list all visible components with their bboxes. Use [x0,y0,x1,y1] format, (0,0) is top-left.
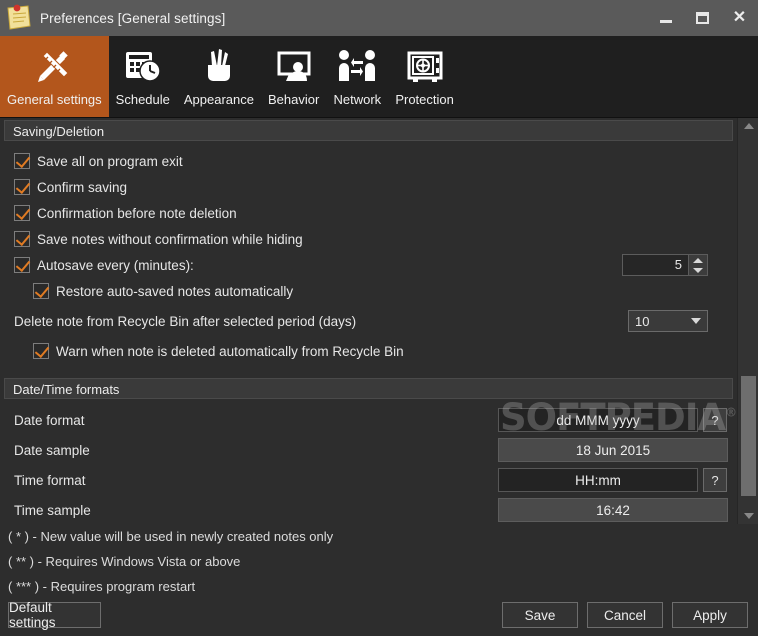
checkbox-row-confirm-before-delete[interactable]: Confirmation before note deletion [0,200,737,226]
title-bar: Preferences [General settings] ✕ [0,0,758,36]
checkbox-restore-autosaved[interactable] [33,283,49,299]
recycle-bin-label-wrap: Delete note from Recycle Bin after selec… [0,308,737,334]
pencil-ruler-icon [31,41,77,91]
tab-label-behavior: Behavior [268,92,320,107]
minimize-icon [659,20,672,23]
checkbox-autosave-every[interactable] [14,257,30,273]
tab-general-settings[interactable]: General settings [0,36,109,117]
label-save-all-on-exit: Save all on program exit [37,153,183,169]
autosave-minutes-value[interactable]: 5 [623,255,688,275]
row-time-sample: Time sample 16:42 [0,495,737,524]
tab-appearance[interactable]: Appearance [177,36,261,117]
tab-label-protection: Protection [395,92,454,107]
scroll-up-icon [743,123,754,129]
row-date-format: Date format dd MMM yyyy ? [0,405,737,435]
maximize-icon [696,12,709,24]
label-restore-autosaved: Restore auto-saved notes automatically [56,283,294,299]
settings-content: Saving/Deletion Save all on program exit… [0,118,758,524]
recycle-bin-days-value: 10 [635,313,650,329]
label-time-sample: Time sample [14,502,91,518]
footnote-new-value: ( * ) - New value will be used in newly … [8,529,334,544]
autosave-row: Autosave every (minutes): 5 [0,252,737,278]
value-time-sample: 16:42 [498,498,728,522]
tab-schedule[interactable]: Schedule [109,36,177,117]
label-save-without-confirmation: Save notes without confirmation while hi… [37,231,303,247]
section-header-saving-deletion: Saving/Deletion [4,120,733,141]
cancel-button[interactable]: Cancel [587,602,663,628]
label-confirm-before-delete: Confirmation before note deletion [37,205,237,221]
scrollbar-up-button[interactable] [738,118,758,134]
section-header-datetime-formats: Date/Time formats [4,378,733,399]
apply-button[interactable]: Apply [672,602,748,628]
monitor-person-icon [272,41,316,91]
value-date-sample: 18 Jun 2015 [498,438,728,462]
label-warn-auto-delete: Warn when note is deleted automatically … [56,343,404,359]
recycle-bin-period-row: Delete note from Recycle Bin after selec… [0,308,737,334]
row-time-format: Time format HH:mm ? [0,465,737,495]
help-button-time-format[interactable]: ? [703,468,727,492]
tab-label-schedule: Schedule [115,92,170,107]
checkbox-confirm-saving[interactable] [14,179,30,195]
default-settings-button[interactable]: Default settings [8,600,101,630]
checkbox-row-warn-auto-delete[interactable]: Warn when note is deleted automatically … [0,338,737,364]
tab-protection[interactable]: Protection [388,36,461,117]
checkbox-row-confirm-saving[interactable]: Confirm saving [0,174,737,200]
label-autosave-every: Autosave every (minutes): [37,257,194,273]
tab-behavior[interactable]: Behavior [261,36,326,117]
safe-vault-icon [403,41,447,91]
checkbox-row-save-all-on-exit[interactable]: Save all on program exit [0,148,737,174]
chevron-down-icon[interactable] [691,318,701,324]
dialog-action-buttons: Save Cancel Apply [502,602,748,628]
help-button-date-format[interactable]: ? [703,408,727,432]
input-time-format[interactable]: HH:mm [498,468,698,492]
label-confirm-saving: Confirm saving [37,179,128,195]
footnote-program-restart: ( *** ) - Requires program restart [8,579,196,594]
recycle-bin-days-select[interactable]: 10 [628,310,708,332]
tab-network[interactable]: Network [326,36,388,117]
footnote-windows-vista: ( ** ) - Requires Windows Vista or above [8,554,241,569]
maximize-button[interactable] [684,0,721,36]
window-title: Preferences [General settings] [40,10,226,26]
label-time-format: Time format [14,472,86,488]
checkbox-confirm-before-delete[interactable] [14,205,30,221]
settings-tab-bar: General settings Schedule Appearance Beh… [0,36,758,118]
stepper-down-icon[interactable] [693,267,703,273]
autosave-stepper-buttons[interactable] [688,255,707,275]
checkbox-row-save-without-confirmation[interactable]: Save notes without confirmation while hi… [0,226,737,252]
scrollbar-down-button[interactable] [738,508,758,524]
label-date-format: Date format [14,412,85,428]
label-recycle-bin-period: Delete note from Recycle Bin after selec… [14,313,357,329]
autosave-minutes-stepper[interactable]: 5 [622,254,708,276]
checkbox-row-restore-autosaved[interactable]: Restore auto-saved notes automatically [0,278,737,304]
checkbox-save-without-confirmation[interactable] [14,231,30,247]
window-controls: ✕ [647,0,758,36]
label-date-sample: Date sample [14,442,90,458]
scrollbar-thumb[interactable] [741,376,756,496]
close-button[interactable]: ✕ [721,0,758,36]
scroll-down-icon [743,513,754,519]
input-date-format[interactable]: dd MMM yyyy [498,408,698,432]
checkbox-save-all-on-exit[interactable] [14,153,30,169]
dialog-footer: ( * ) - New value will be used in newly … [0,524,758,636]
stepper-up-icon[interactable] [693,257,703,263]
checkbox-warn-auto-delete[interactable] [33,343,49,359]
two-people-arrows-icon [335,41,379,91]
save-button[interactable]: Save [502,602,578,628]
tab-label-network: Network [333,92,382,107]
content-scrollbar[interactable] [737,118,758,524]
row-date-sample: Date sample 18 Jun 2015 [0,435,737,465]
pencil-cup-icon [197,41,241,91]
general-settings-panel: Saving/Deletion Save all on program exit… [0,118,737,524]
close-icon: ✕ [732,9,747,26]
preferences-window: Preferences [General settings] ✕ General… [0,0,758,636]
sticky-note-icon [4,4,34,32]
calendar-clock-icon [121,41,165,91]
tab-label-appearance: Appearance [183,92,255,107]
tab-label-general-settings: General settings [7,92,102,107]
minimize-button[interactable] [647,0,684,36]
